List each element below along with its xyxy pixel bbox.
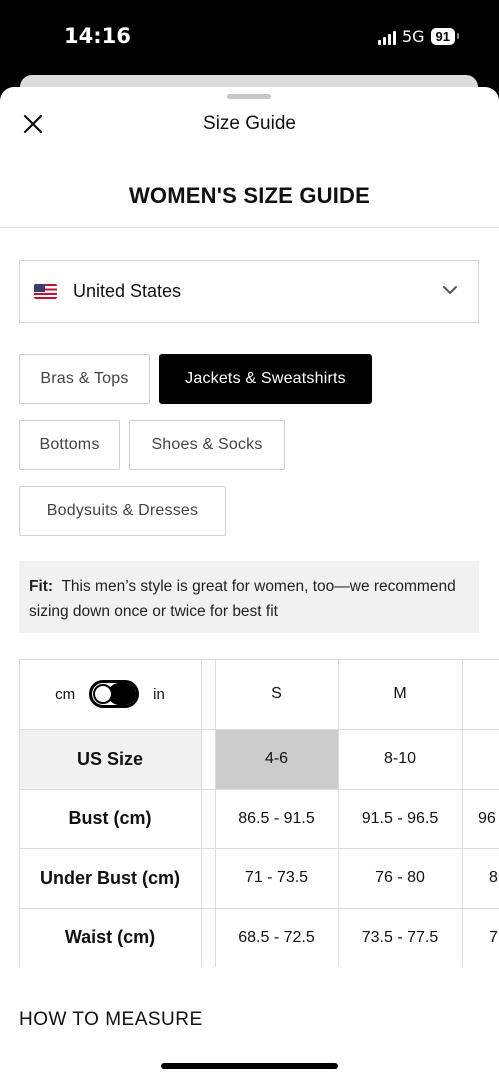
table-cell: 8 bbox=[489, 869, 498, 886]
status-bar: 14:16 5G 91 bbox=[0, 0, 499, 75]
page-title: WOMEN'S SIZE GUIDE bbox=[128, 183, 371, 208]
table-cell: 96 bbox=[478, 809, 496, 827]
row-label: Bust (cm) bbox=[68, 808, 152, 828]
country-label: United States bbox=[73, 281, 182, 301]
fit-note: Fit: This men’s style is great for women… bbox=[19, 561, 479, 633]
size-guide-sheet: Size Guide WOMEN'S SIZE GUIDE United Sta… bbox=[0, 87, 499, 1080]
unit-in-label[interactable]: in bbox=[153, 686, 165, 703]
category-bras-tops[interactable]: Bras & Tops bbox=[19, 354, 150, 404]
size-header-m[interactable]: M bbox=[338, 659, 462, 729]
how-to-measure-heading[interactable]: HOW TO MEASURE bbox=[19, 1009, 203, 1031]
signal-icon bbox=[377, 29, 396, 45]
table-cell: 7 bbox=[489, 928, 498, 946]
table-cell: 73.5 - 77.5 bbox=[361, 928, 439, 946]
category-jackets-sweatshirts[interactable]: Jackets & Sweatshirts bbox=[159, 354, 372, 404]
chevron-down-icon bbox=[443, 286, 457, 294]
row-label: Waist (cm) bbox=[64, 927, 156, 947]
nav-title: Size Guide bbox=[203, 113, 296, 134]
fit-text: This men’s style is great for women, too… bbox=[29, 578, 456, 620]
status-time: 14:16 bbox=[64, 24, 131, 48]
battery-icon: 91 bbox=[430, 28, 460, 45]
table-cell: 68.5 - 72.5 bbox=[238, 928, 315, 946]
table-cell: 86.5 - 91.5 bbox=[238, 809, 315, 827]
us-flag-icon bbox=[34, 284, 57, 299]
category-bodysuits-dresses[interactable]: Bodysuits & Dresses bbox=[19, 486, 226, 536]
row-label: Under Bust (cm) bbox=[39, 867, 180, 888]
table-cell: 71 - 73.5 bbox=[244, 869, 309, 886]
table-cell: 76 - 80 bbox=[375, 869, 425, 886]
network-label: 5G bbox=[401, 27, 425, 46]
fit-label: Fit: bbox=[29, 578, 54, 595]
unit-toggle-row: cm in bbox=[19, 659, 201, 729]
divider bbox=[0, 227, 499, 228]
size-header-s[interactable]: S bbox=[215, 659, 338, 729]
sheet-grabber[interactable] bbox=[227, 94, 271, 99]
size-table: cm in S M US Size 4-6 8-10 Bust (cm) 86.… bbox=[19, 659, 499, 967]
home-indicator bbox=[161, 1063, 338, 1069]
table-cell: 8-10 bbox=[383, 750, 417, 767]
table-cell: 4-6 bbox=[264, 750, 289, 767]
category-bottoms[interactable]: Bottoms bbox=[19, 420, 120, 470]
category-shoes-socks[interactable]: Shoes & Socks bbox=[129, 420, 285, 470]
row-label: US Size bbox=[76, 748, 144, 769]
status-indicators: 5G 91 bbox=[377, 27, 460, 46]
unit-toggle[interactable] bbox=[89, 680, 140, 708]
table-cell: 91.5 - 96.5 bbox=[361, 809, 439, 827]
country-select[interactable]: United States bbox=[19, 260, 479, 323]
unit-cm-label[interactable]: cm bbox=[55, 686, 75, 703]
